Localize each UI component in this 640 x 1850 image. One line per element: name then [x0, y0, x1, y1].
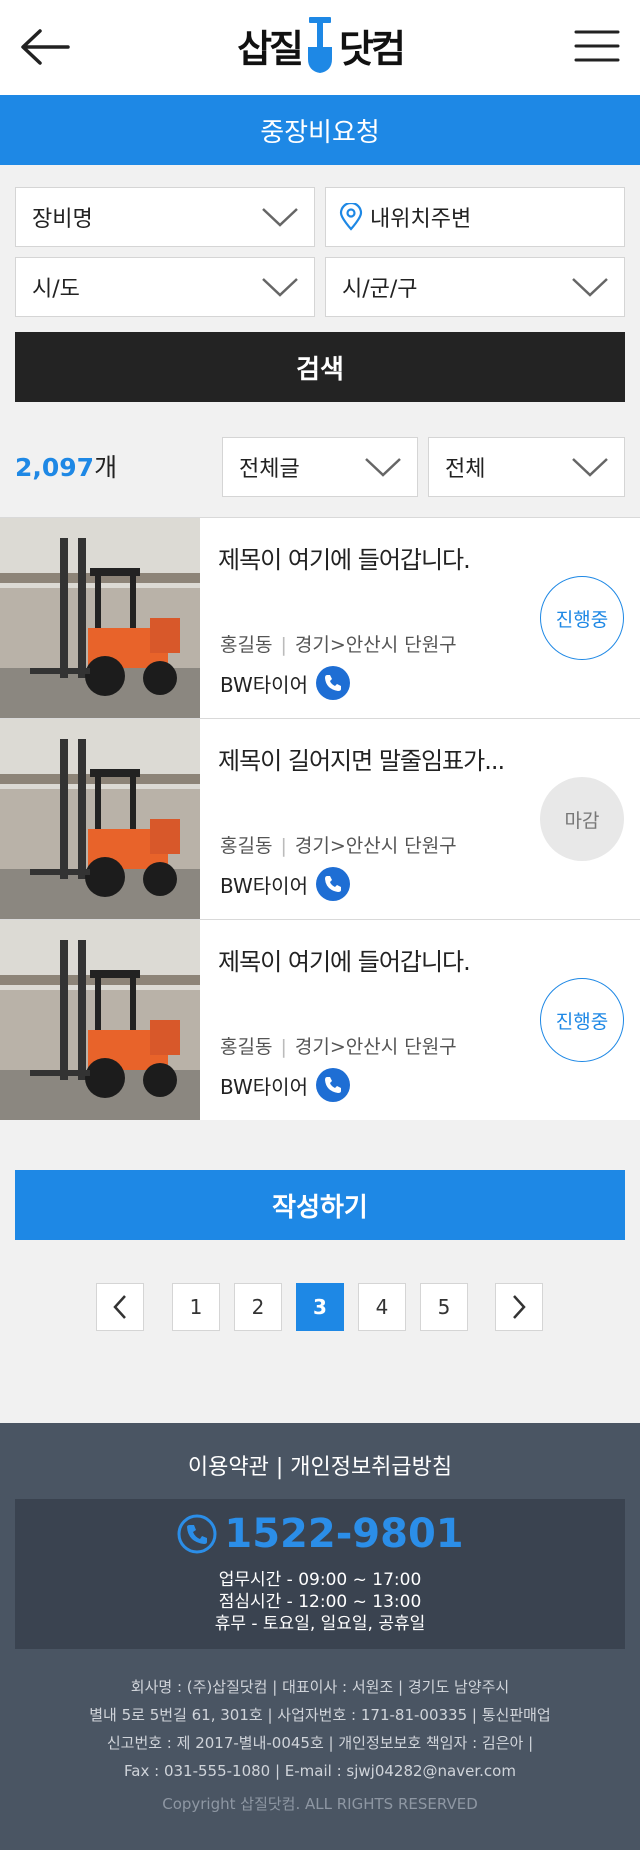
back-button[interactable]: [18, 26, 72, 68]
pagination-prev[interactable]: [96, 1283, 144, 1331]
write-button[interactable]: 작성하기: [15, 1170, 625, 1240]
chevron-right-icon: [513, 1295, 526, 1319]
business-hours: 업무시간 - 09:00 ~ 17:00 점심시간 - 12:00 ~ 13:0…: [15, 1569, 625, 1635]
company-name: BW타이어: [220, 873, 308, 898]
pagination-next[interactable]: [495, 1283, 543, 1331]
list-item-company: BW타이어: [220, 666, 350, 700]
company-name: BW타이어: [220, 1074, 308, 1099]
author-name: 홍길동: [220, 1036, 273, 1058]
equipment-select[interactable]: 장비명: [15, 187, 315, 247]
logo-text-right: 닷컴: [339, 26, 406, 71]
logo-text-left: 삽질: [237, 26, 304, 71]
call-center-box: 1522-9801 업무시간 - 09:00 ~ 17:00 점심시간 - 12…: [15, 1499, 625, 1649]
phone-icon[interactable]: [315, 1068, 350, 1102]
author-name: 홍길동: [220, 634, 273, 656]
province-select[interactable]: 시/도: [15, 257, 315, 317]
list-item-company: BW타이어: [220, 1068, 350, 1102]
app-header: 삽질 닷컴: [0, 0, 640, 95]
list-item-title: 제목이 여기에 들어갑니다.: [218, 948, 471, 976]
status-filter-label: 전체: [445, 457, 486, 482]
chevron-left-icon: [113, 1295, 126, 1319]
city-select[interactable]: 시/군/구: [325, 257, 625, 317]
shovel-logo-icon: [308, 17, 332, 73]
phone-icon[interactable]: [315, 867, 350, 901]
company-info-line: Fax : 031-555-1080 | E-mail : sjwj04282@…: [124, 1762, 516, 1780]
page-3-button[interactable]: 3: [296, 1283, 344, 1331]
result-count: 2,097개: [15, 448, 117, 484]
menu-button[interactable]: [574, 28, 620, 64]
chevron-down-icon: [262, 208, 298, 227]
list-item[interactable]: 제목이 길어지면 말줄임표가... 홍길동 | 경기>안산시 단원구 BW타이어 마…: [0, 718, 640, 919]
back-arrow-icon: [21, 29, 70, 65]
list-item[interactable]: 제목이 여기에 들어갑니다. 홍길동 | 경기>안산시 단원구 BW타이어 진행중: [0, 517, 640, 718]
page-4-button[interactable]: 4: [358, 1283, 406, 1331]
site-footer: 이용약관 | 개인정보취급방침 1522-9801 업무시간 - 09:00 ~…: [0, 1423, 640, 1850]
page-5-button[interactable]: 5: [420, 1283, 468, 1331]
company-info-line: 회사명 : (주)삽질닷컴 | 대표이사 : 서원조 | 경기도 남양주시: [130, 1678, 510, 1696]
status-badge: 진행중: [540, 576, 624, 660]
separator: |: [280, 835, 287, 857]
lunch-hours-line: 점심시간 - 12:00 ~ 13:00: [218, 1592, 422, 1612]
post-filter-select[interactable]: 전체글: [222, 437, 418, 497]
copyright: Copyright 삽질닷컴. ALL RIGHTS RESERVED: [162, 1795, 478, 1813]
phone-icon: [177, 1514, 217, 1554]
list-item-title: 제목이 길어지면 말줄임표가...: [218, 747, 505, 775]
list-item-company: BW타이어: [220, 867, 350, 901]
post-filter-label: 전체글: [239, 457, 300, 482]
equipment-photo: [0, 518, 200, 718]
company-name: BW타이어: [220, 672, 308, 697]
result-count-unit: 개: [94, 453, 118, 482]
equipment-select-label: 장비명: [32, 207, 93, 232]
hamburger-menu-icon: [574, 30, 620, 62]
city-select-label: 시/군/구: [342, 277, 418, 302]
company-info: 회사명 : (주)삽질닷컴 | 대표이사 : 서원조 | 경기도 남양주시 별내…: [0, 1673, 640, 1785]
company-info-line: 신고번호 : 제 2017-별내-0045호 | 개인정보보호 책임자 : 김은…: [106, 1734, 534, 1752]
site-logo[interactable]: 삽질 닷컴: [224, 14, 416, 76]
list-item[interactable]: 제목이 여기에 들어갑니다. 홍길동 | 경기>안산시 단원구 BW타이어 진행중: [0, 919, 640, 1120]
status-badge: 마감: [540, 777, 624, 861]
footer-links[interactable]: 이용약관 | 개인정보취급방침: [0, 1449, 640, 1481]
list-item-meta: 홍길동 | 경기>안산시 단원구: [220, 831, 457, 858]
list-item-meta: 홍길동 | 경기>안산시 단원구: [220, 1032, 457, 1059]
page-2-button[interactable]: 2: [234, 1283, 282, 1331]
chevron-down-icon: [365, 458, 401, 477]
equipment-photo: [0, 920, 200, 1120]
page-1-button[interactable]: 1: [172, 1283, 220, 1331]
region: 경기>안산시 단원구: [294, 1036, 457, 1058]
business-hours-line: 업무시간 - 09:00 ~ 17:00: [218, 1570, 422, 1590]
chevron-down-icon: [262, 278, 298, 297]
phone-icon[interactable]: [315, 666, 350, 700]
location-pin-icon: [339, 203, 363, 231]
province-select-label: 시/도: [32, 277, 80, 302]
separator: |: [280, 634, 287, 656]
separator: |: [280, 1036, 287, 1058]
chevron-down-icon: [572, 278, 608, 297]
result-count-number: 2,097: [15, 453, 95, 482]
author-name: 홍길동: [220, 835, 273, 857]
call-center-phone[interactable]: 1522-9801: [15, 1511, 625, 1557]
page-title: 중장비요청: [0, 95, 640, 165]
call-center-number: 1522-9801: [224, 1511, 464, 1557]
holiday-line: 휴무 - 토요일, 일요일, 공휴일: [214, 1614, 426, 1634]
location-field[interactable]: 내위치주변: [325, 187, 625, 247]
list-item-title: 제목이 여기에 들어갑니다.: [218, 546, 471, 574]
list-item-meta: 홍길동 | 경기>안산시 단원구: [220, 630, 457, 657]
location-field-label: 내위치주변: [370, 207, 472, 232]
equipment-photo: [0, 719, 200, 919]
search-button[interactable]: 검색: [15, 332, 625, 402]
region: 경기>안산시 단원구: [294, 835, 457, 857]
region: 경기>안산시 단원구: [294, 634, 457, 656]
status-badge: 진행중: [540, 978, 624, 1062]
chevron-down-icon: [572, 458, 608, 477]
company-info-line: 별내 5로 5번길 61, 301호 | 사업자번호 : 171-81-0033…: [89, 1706, 551, 1724]
status-filter-select[interactable]: 전체: [428, 437, 625, 497]
